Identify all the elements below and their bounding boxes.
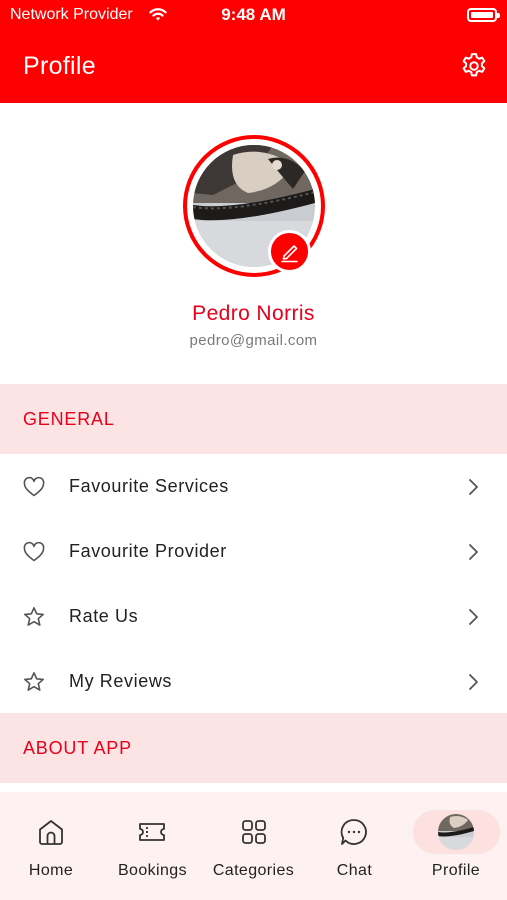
menu-label: Favourite Services bbox=[69, 476, 229, 496]
page-title: Profile bbox=[23, 52, 96, 80]
nav-item-home[interactable]: Home bbox=[0, 792, 102, 900]
nav-label-chat: Chat bbox=[336, 862, 373, 879]
menu-item-rate-us[interactable]: Rate Us bbox=[0, 584, 507, 649]
star-icon bbox=[24, 672, 44, 691]
gear-icon[interactable] bbox=[459, 51, 489, 81]
menu-label: Rate Us bbox=[69, 606, 139, 626]
nav-item-bookings[interactable]: Bookings bbox=[102, 792, 203, 900]
menu-label: My Reviews bbox=[69, 671, 173, 691]
nav-label-categories: Categories bbox=[212, 862, 295, 879]
section-title-about-app: ABOUT APP bbox=[23, 738, 132, 758]
ticket-icon bbox=[139, 823, 165, 841]
nav-item-chat[interactable]: Chat bbox=[304, 792, 405, 900]
section-header-general: GENERAL bbox=[0, 384, 507, 454]
app-header: Network Provider 9:48 AM Profile bbox=[0, 0, 507, 103]
menu-label: Favourite Provider bbox=[69, 541, 227, 561]
nav-item-categories[interactable]: Categories bbox=[203, 792, 304, 900]
status-time: 9:48 AM bbox=[221, 5, 286, 24]
bottom-navigation: Home Bookings Categories Chat Profile bbox=[0, 792, 507, 900]
battery-icon bbox=[467, 8, 500, 22]
chevron-right-icon bbox=[469, 674, 478, 690]
section-header-about-app: ABOUT APP bbox=[0, 713, 507, 783]
heart-icon bbox=[23, 541, 45, 562]
section-title-general: GENERAL bbox=[23, 409, 115, 429]
menu-item-favourite-provider[interactable]: Favourite Provider bbox=[0, 519, 507, 584]
nav-label-bookings: Bookings bbox=[117, 862, 188, 879]
grid-icon bbox=[242, 820, 266, 844]
chat-icon bbox=[340, 819, 367, 845]
heart-icon bbox=[23, 476, 45, 497]
chevron-right-icon bbox=[469, 479, 478, 495]
edit-profile-button[interactable] bbox=[268, 230, 311, 273]
pencil-icon bbox=[281, 245, 298, 263]
chevron-right-icon bbox=[469, 544, 478, 560]
user-email: pedro@gmail.com bbox=[189, 332, 318, 349]
home-icon bbox=[39, 820, 63, 845]
nav-label-home: Home bbox=[28, 862, 74, 879]
menu-item-favourite-services[interactable]: Favourite Services bbox=[0, 454, 507, 519]
star-icon bbox=[24, 607, 44, 626]
user-name: Pedro Norris bbox=[192, 302, 315, 325]
chevron-right-icon bbox=[469, 609, 478, 625]
menu-item-my-reviews[interactable]: My Reviews bbox=[0, 649, 507, 714]
status-bar: Network Provider 9:48 AM bbox=[0, 0, 507, 30]
nav-label-profile: Profile bbox=[431, 862, 481, 879]
nav-profile-avatar[interactable] bbox=[438, 814, 474, 850]
